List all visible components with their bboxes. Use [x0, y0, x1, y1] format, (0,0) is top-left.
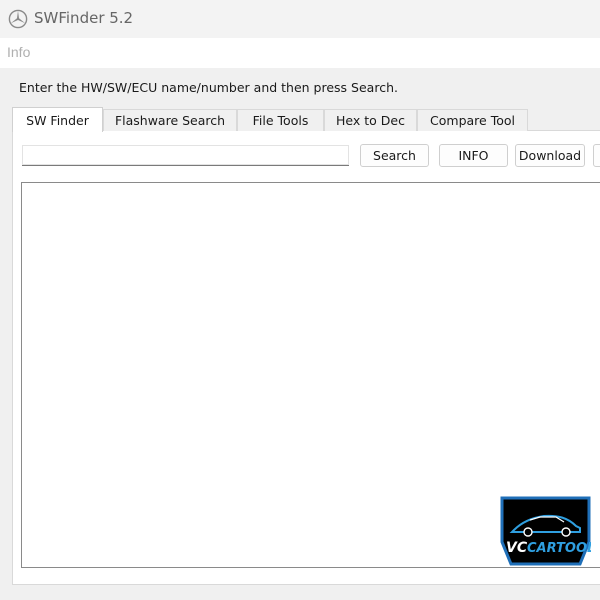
tab-sw-finder[interactable]: SW Finder [12, 107, 103, 132]
tab-compare-tool[interactable]: Compare Tool [417, 109, 528, 131]
window-title: SWFinder 5.2 [34, 9, 134, 27]
tab-flashware-search[interactable]: Flashware Search [103, 109, 237, 131]
search-button[interactable]: Search [360, 144, 429, 167]
watermark-cartool-text: CARTOOL [527, 541, 591, 556]
download-button[interactable]: Download [515, 144, 585, 167]
mercedes-star-icon [8, 9, 28, 29]
tab-hex-to-dec[interactable]: Hex to Dec [324, 109, 417, 131]
instruction-label: Enter the HW/SW/ECU name/number and then… [19, 80, 398, 95]
info-button[interactable]: INFO [439, 144, 508, 167]
tab-file-tools[interactable]: File Tools [237, 109, 324, 131]
watermark-vc-text: VC [506, 540, 528, 556]
menu-bar: Info [0, 38, 600, 68]
menu-item-info[interactable]: Info [7, 44, 30, 60]
vccartool-watermark-logo: VC CARTOOL [500, 496, 591, 566]
title-bar: SWFinder 5.2 [0, 0, 600, 38]
search-input[interactable] [22, 145, 349, 166]
extra-button-partial[interactable] [593, 144, 600, 167]
app-window: SWFinder 5.2 Info Enter the HW/SW/ECU na… [0, 0, 600, 600]
